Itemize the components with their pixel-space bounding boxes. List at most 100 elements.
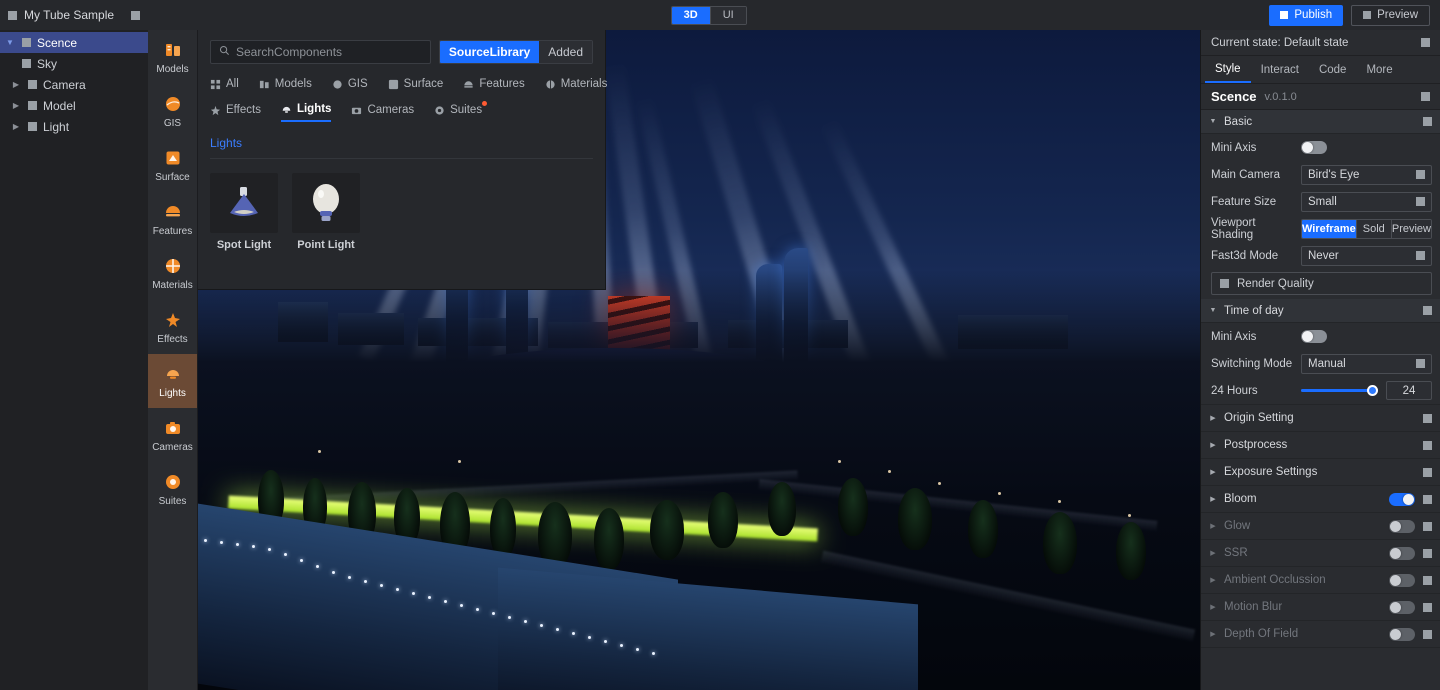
tree-item-camera[interactable]: ▶ Camera bbox=[0, 74, 148, 95]
object-menu-icon[interactable] bbox=[1421, 92, 1430, 101]
tree-item-light[interactable]: ▶ Light bbox=[0, 116, 148, 137]
rail-label: Models bbox=[156, 64, 188, 75]
motion-blur-toggle[interactable] bbox=[1389, 601, 1415, 614]
tab-style[interactable]: Style bbox=[1205, 56, 1251, 83]
tree-item-sky[interactable]: Sky bbox=[0, 53, 148, 74]
render-quality-button[interactable]: Render Quality bbox=[1211, 272, 1432, 295]
shading-option-preview[interactable]: Preview bbox=[1391, 220, 1431, 238]
section-depth-of-field[interactable]: ▶ Depth Of Field bbox=[1201, 621, 1440, 648]
category-features[interactable]: Features bbox=[463, 78, 524, 95]
rail-item-suites[interactable]: Suites bbox=[148, 462, 197, 516]
section-ssr[interactable]: ▶ SSR bbox=[1201, 540, 1440, 567]
property-label: Mini Axis bbox=[1211, 331, 1293, 343]
group-menu-icon[interactable] bbox=[1423, 117, 1432, 126]
mini-axis-toggle[interactable] bbox=[1301, 141, 1327, 154]
tree-item-scence[interactable]: ▼ Scence bbox=[0, 32, 148, 53]
rail-item-effects[interactable]: Effects bbox=[148, 300, 197, 354]
project-icon bbox=[8, 11, 17, 20]
depth-of-field-toggle[interactable] bbox=[1389, 628, 1415, 641]
shading-option-wireframe[interactable]: Wireframe bbox=[1302, 220, 1356, 238]
section-motion-blur[interactable]: ▶ Motion Blur bbox=[1201, 594, 1440, 621]
chevron-down-icon bbox=[1416, 197, 1425, 206]
chevron-down-icon[interactable]: ▼ bbox=[4, 38, 16, 47]
category-lights[interactable]: Lights bbox=[281, 103, 332, 122]
section-label: Origin Setting bbox=[1224, 412, 1294, 424]
tree bbox=[1116, 522, 1146, 580]
section-exposure-settings[interactable]: ▶ Exposure Settings bbox=[1201, 459, 1440, 486]
project-title-area: My Tube Sample bbox=[0, 0, 148, 30]
rail-item-cameras[interactable]: Cameras bbox=[148, 408, 197, 462]
fast3d-mode-select[interactable]: Never bbox=[1301, 246, 1432, 266]
category-surface[interactable]: Surface bbox=[388, 78, 444, 95]
hours-slider[interactable] bbox=[1301, 384, 1378, 397]
section-postprocess[interactable]: ▶ Postprocess bbox=[1201, 432, 1440, 459]
street-light bbox=[838, 460, 841, 463]
tab-interact[interactable]: Interact bbox=[1251, 56, 1309, 83]
section-menu-icon[interactable] bbox=[1423, 441, 1432, 450]
tab-added[interactable]: Added bbox=[539, 41, 592, 63]
component-card-spot-light[interactable]: Spot Light bbox=[210, 173, 278, 251]
section-menu-icon[interactable] bbox=[1423, 630, 1432, 639]
publish-button[interactable]: Publish bbox=[1269, 5, 1343, 26]
section-label: Depth Of Field bbox=[1224, 628, 1298, 640]
hours-value-input[interactable]: 24 bbox=[1386, 381, 1432, 400]
tree-item-model[interactable]: ▶ Model bbox=[0, 95, 148, 116]
section-origin-setting[interactable]: ▶ Origin Setting bbox=[1201, 405, 1440, 432]
ambient-occlussion-toggle[interactable] bbox=[1389, 574, 1415, 587]
section-menu-icon[interactable] bbox=[1423, 576, 1432, 585]
group-menu-icon[interactable] bbox=[1423, 306, 1432, 315]
search-input[interactable]: SearchComponents bbox=[210, 40, 431, 64]
shading-option-sold[interactable]: Sold bbox=[1356, 220, 1391, 238]
chevron-right-icon[interactable]: ▶ bbox=[10, 122, 22, 131]
category-gis[interactable]: GIS bbox=[332, 78, 368, 95]
category-all[interactable]: All bbox=[210, 78, 239, 95]
rail-item-models[interactable]: Models bbox=[148, 30, 197, 84]
inspector-panel: Current state: Default state Style Inter… bbox=[1200, 30, 1440, 690]
rail-item-gis[interactable]: GIS bbox=[148, 84, 197, 138]
tab-code[interactable]: Code bbox=[1309, 56, 1357, 83]
slider-knob[interactable] bbox=[1367, 385, 1378, 396]
time-mini-axis-toggle[interactable] bbox=[1301, 330, 1327, 343]
section-menu-icon[interactable] bbox=[1423, 495, 1432, 504]
preview-button[interactable]: Preview bbox=[1351, 5, 1430, 26]
tab-more[interactable]: More bbox=[1356, 56, 1402, 83]
category-materials[interactable]: Materials bbox=[545, 78, 608, 95]
section-menu-icon[interactable] bbox=[1423, 522, 1432, 531]
rail-item-features[interactable]: Features bbox=[148, 192, 197, 246]
glow-toggle[interactable] bbox=[1389, 520, 1415, 533]
chevron-down-icon bbox=[1416, 170, 1425, 179]
state-menu-icon[interactable] bbox=[1421, 38, 1430, 47]
ssr-toggle[interactable] bbox=[1389, 547, 1415, 560]
tab-ui[interactable]: UI bbox=[710, 7, 746, 24]
tree-item-label: Model bbox=[43, 99, 76, 113]
category-models[interactable]: Models bbox=[259, 78, 312, 95]
component-card-point-light[interactable]: Point Light bbox=[292, 173, 360, 251]
rail-item-lights[interactable]: Lights bbox=[148, 354, 197, 408]
project-menu-icon[interactable] bbox=[131, 11, 140, 20]
section-menu-icon[interactable] bbox=[1423, 549, 1432, 558]
section-bloom[interactable]: ▶ Bloom bbox=[1201, 486, 1440, 513]
chevron-right-icon[interactable]: ▶ bbox=[10, 80, 22, 89]
section-menu-icon[interactable] bbox=[1423, 414, 1432, 423]
category-cameras[interactable]: Cameras bbox=[351, 104, 414, 121]
switching-mode-select[interactable]: Manual bbox=[1301, 354, 1432, 374]
section-menu-icon[interactable] bbox=[1423, 603, 1432, 612]
tab-3d[interactable]: 3D bbox=[672, 7, 710, 24]
group-time-of-day[interactable]: ▼ Time of day bbox=[1201, 299, 1440, 323]
group-basic[interactable]: ▼ Basic bbox=[1201, 110, 1440, 134]
feature-size-select[interactable]: Small bbox=[1301, 192, 1432, 212]
section-ambient-occlussion[interactable]: ▶ Ambient Occlussion bbox=[1201, 567, 1440, 594]
main-camera-select[interactable]: Bird's Eye bbox=[1301, 165, 1432, 185]
category-suites[interactable]: Suites bbox=[434, 104, 482, 121]
rail-item-materials[interactable]: Materials bbox=[148, 246, 197, 300]
category-effects[interactable]: Effects bbox=[210, 104, 261, 121]
property-label: 24 Hours bbox=[1211, 385, 1293, 397]
section-menu-icon[interactable] bbox=[1423, 468, 1432, 477]
preview-icon bbox=[1363, 11, 1371, 19]
chevron-right-icon[interactable]: ▶ bbox=[10, 101, 22, 110]
section-glow[interactable]: ▶ Glow bbox=[1201, 513, 1440, 540]
tab-source-library[interactable]: SourceLibrary bbox=[440, 41, 539, 63]
rail-item-surface[interactable]: Surface bbox=[148, 138, 197, 192]
bloom-toggle[interactable] bbox=[1389, 493, 1415, 506]
publish-label: Publish bbox=[1294, 9, 1332, 21]
